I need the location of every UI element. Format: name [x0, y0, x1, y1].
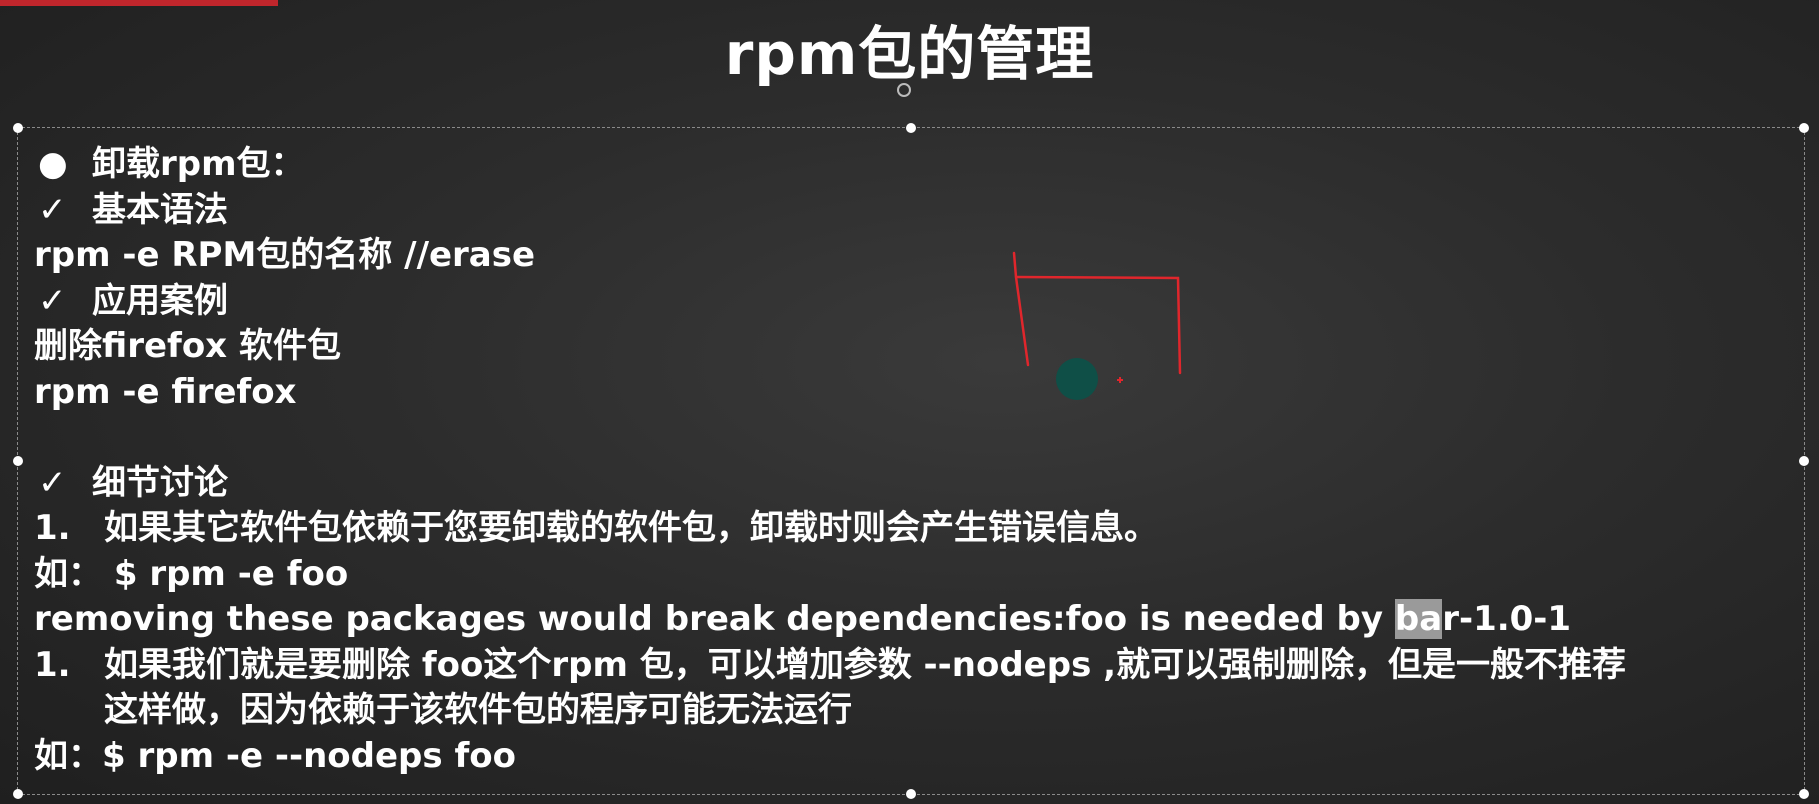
text-selection-highlight: ba	[1394, 599, 1443, 639]
heading-uninstall: ● 卸载rpm包：	[34, 142, 1794, 188]
resize-handle-top-right[interactable]	[1799, 123, 1809, 133]
detail-item-2: 1. 如果我们就是要删除 foo这个rpm 包，可以增加参数 --nodeps ,…	[34, 643, 1794, 689]
list-number: 1.	[34, 644, 71, 685]
pen-stroke	[1012, 251, 1030, 367]
example-command: rpm -e firefox	[34, 371, 297, 412]
detail-item-1: 1. 如果其它软件包依赖于您要卸载的软件包，卸载时则会产生错误信息。	[34, 506, 1794, 552]
resize-handle-right[interactable]	[1799, 456, 1809, 466]
subheading-syntax: ✓ 基本语法	[34, 188, 1794, 234]
subheading-example: ✓ 应用案例	[34, 279, 1794, 325]
example-description: 删除firefox 软件包	[34, 326, 341, 366]
pen-annotation	[1012, 251, 1182, 400]
slide-title: rpm包的管理	[724, 20, 1095, 88]
list-number: 1.	[34, 508, 71, 548]
nodeps-command: 如：$ rpm -e --nodeps foo	[34, 735, 516, 776]
detail-example-command: 如： $ rpm -e foo	[34, 553, 349, 594]
rotate-handle[interactable]	[897, 83, 911, 97]
pen-stroke	[1117, 377, 1123, 383]
checkmark-icon: ✓	[38, 280, 67, 321]
detail-item-2-continued: 这样做，因为依赖于该软件包的程序可能无法运行	[104, 690, 852, 730]
checkmark-icon: ✓	[38, 462, 67, 503]
laser-pointer-icon	[1056, 358, 1098, 400]
resize-handle-bottom[interactable]	[906, 789, 916, 799]
resize-handle-bottom-right[interactable]	[1799, 789, 1809, 799]
pen-stroke	[1014, 275, 1182, 375]
accent-bar	[0, 0, 278, 6]
subheading-details: ✓ 细节讨论	[34, 461, 1794, 507]
resize-handle-top-left[interactable]	[13, 123, 23, 133]
slide-body-text[interactable]: ● 卸载rpm包： ✓ 基本语法 rpm -e RPM包的名称 //erase ✓ 应…	[34, 142, 1794, 779]
resize-handle-top[interactable]	[906, 123, 916, 133]
syntax-command: rpm -e RPM包的名称 //erase	[34, 235, 536, 275]
resize-handle-left[interactable]	[13, 456, 23, 466]
resize-handle-bottom-left[interactable]	[13, 789, 23, 799]
bullet-icon: ●	[38, 144, 68, 184]
error-message: removing these packages would break depe…	[34, 599, 1572, 639]
checkmark-icon: ✓	[38, 189, 67, 230]
